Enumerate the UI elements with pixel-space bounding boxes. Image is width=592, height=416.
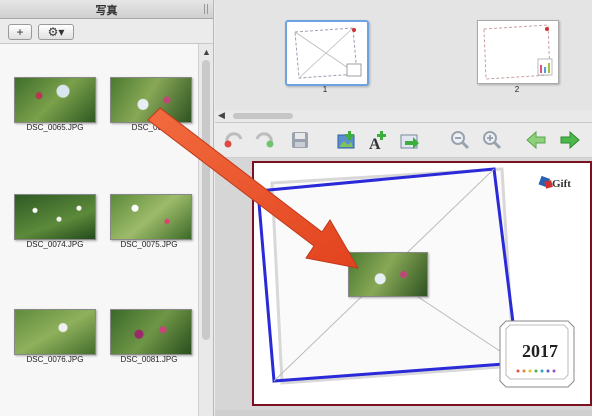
- photo-panel-toolbar: + ⚙▾: [0, 19, 213, 44]
- scrollbar-thumb[interactable]: [202, 60, 210, 340]
- scroll-left-icon[interactable]: ◀: [218, 110, 225, 121]
- photo-panel-title: 写真: [95, 5, 118, 17]
- photo-list: DSC_0065.JPG DSC_006 DSC_0074.JPG DSC_00…: [0, 44, 198, 416]
- canvas-scrollbar[interactable]: [215, 410, 592, 416]
- photo-caption: DSC_0081.JPG: [120, 355, 178, 364]
- card-canvas[interactable]: Gift 2017: [252, 161, 592, 406]
- scrollbar-thumb[interactable]: [233, 113, 293, 119]
- page-thumbnail-preview: [294, 27, 362, 79]
- photo-thumbnail[interactable]: [110, 194, 192, 240]
- photo-caption: DSC_0076.JPG: [26, 355, 84, 364]
- photo-thumbnail[interactable]: [14, 77, 96, 123]
- add-image-icon[interactable]: [335, 129, 357, 151]
- svg-text:A: A: [369, 136, 381, 151]
- photo-list-scrollbar[interactable]: ▲: [198, 44, 213, 416]
- zoom-in-icon[interactable]: [481, 129, 503, 151]
- resize-grip-icon[interactable]: [204, 4, 208, 14]
- dropped-photo[interactable]: [348, 252, 428, 297]
- year-text: 2017: [522, 341, 558, 361]
- redo-icon[interactable]: [253, 129, 275, 151]
- logo-text: Gift: [552, 178, 571, 190]
- page-strip: 1 2 ◀: [215, 0, 592, 123]
- gift-logo-icon: [538, 175, 553, 189]
- photo-caption: DSC_006: [131, 123, 167, 132]
- photo-thumbnail[interactable]: [110, 77, 192, 123]
- zoom-out-icon[interactable]: [449, 129, 471, 151]
- photo-panel-header: 写真: [0, 0, 213, 19]
- next-icon[interactable]: [559, 129, 581, 151]
- insert-icon[interactable]: [399, 129, 421, 151]
- page-thumbnail-preview: [483, 24, 553, 80]
- scroll-up-icon[interactable]: ▲: [202, 47, 211, 57]
- editor-toolbar: A: [215, 123, 592, 158]
- photo-thumbnail[interactable]: [14, 309, 96, 355]
- save-icon[interactable]: [289, 129, 311, 151]
- gear-menu-button[interactable]: ⚙▾: [38, 24, 74, 40]
- undo-icon[interactable]: [223, 129, 245, 151]
- add-photo-button[interactable]: +: [8, 24, 32, 40]
- page-number: 2: [514, 85, 520, 94]
- page-thumbnail-2[interactable]: [477, 20, 559, 84]
- photo-thumbnail[interactable]: [110, 309, 192, 355]
- photo-panel: 写真 + ⚙▾ DSC_0065.JPG DSC_006 DSC_0074.JP…: [0, 0, 214, 416]
- page-thumbnail-1[interactable]: [285, 20, 369, 86]
- page-strip-scrollbar[interactable]: ◀: [215, 110, 592, 123]
- page-number: 1: [322, 85, 328, 94]
- photo-caption: DSC_0065.JPG: [26, 123, 84, 132]
- photo-thumbnail[interactable]: [14, 194, 96, 240]
- year-label-box[interactable]: 2017: [505, 319, 575, 385]
- photo-caption: DSC_0075.JPG: [120, 240, 178, 249]
- previous-icon[interactable]: [525, 129, 547, 151]
- add-text-icon[interactable]: A: [367, 129, 389, 151]
- photo-caption: DSC_0074.JPG: [26, 240, 84, 249]
